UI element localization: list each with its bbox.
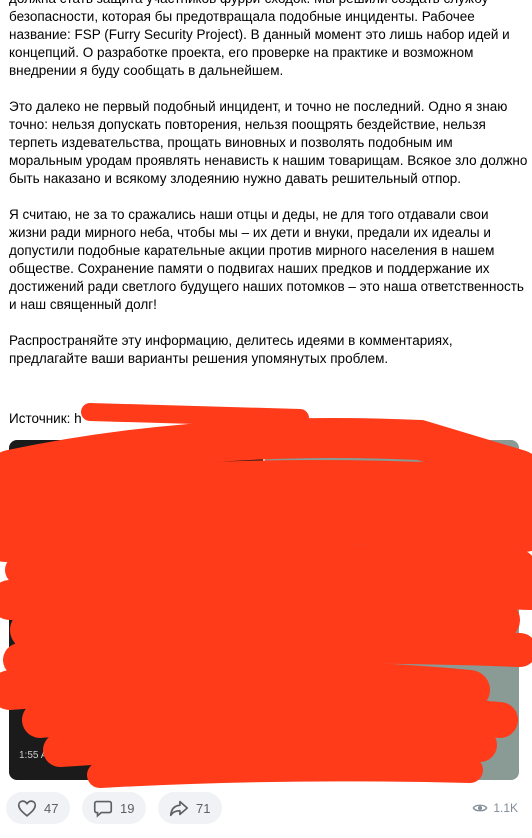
- media-timestamp: 1:55 AM: [19, 750, 56, 761]
- views-count: 1.1K: [493, 801, 518, 815]
- share-count: 71: [196, 800, 211, 816]
- media-image-right[interactable]: [265, 440, 519, 780]
- share-button[interactable]: 71: [158, 792, 223, 824]
- eye-icon: [472, 804, 488, 812]
- post-paragraph: должна стать защита участников фурри-схо…: [9, 0, 510, 78]
- post-text: должна стать защита участников фурри-схо…: [9, 0, 529, 386]
- post-actions: 47 19 71 1.1K: [0, 790, 532, 830]
- post-paragraph: Распространяйте эту информацию, делитесь…: [9, 333, 453, 366]
- source-label: Источник: h: [9, 411, 82, 426]
- media-caption: Pride Parade: [19, 570, 84, 582]
- heart-icon: [17, 800, 37, 817]
- comment-button[interactable]: 19: [82, 792, 147, 824]
- source-line: Источник: h: [9, 410, 82, 428]
- views-counter: 1.1K: [472, 800, 518, 816]
- like-button[interactable]: 47: [6, 792, 71, 824]
- post-paragraph: Я считаю, не за то сражались наши отцы и…: [9, 207, 524, 312]
- media-image-left[interactable]: Pride Parade 1:55 AM: [9, 440, 263, 780]
- post-paragraph: Это далеко не первый подобный инцидент, …: [9, 99, 528, 186]
- media-gallery[interactable]: Pride Parade 1:55 AM: [9, 440, 519, 780]
- share-icon: [169, 800, 189, 817]
- like-count: 47: [44, 800, 59, 816]
- comment-count: 19: [120, 800, 135, 816]
- comment-icon: [93, 800, 113, 818]
